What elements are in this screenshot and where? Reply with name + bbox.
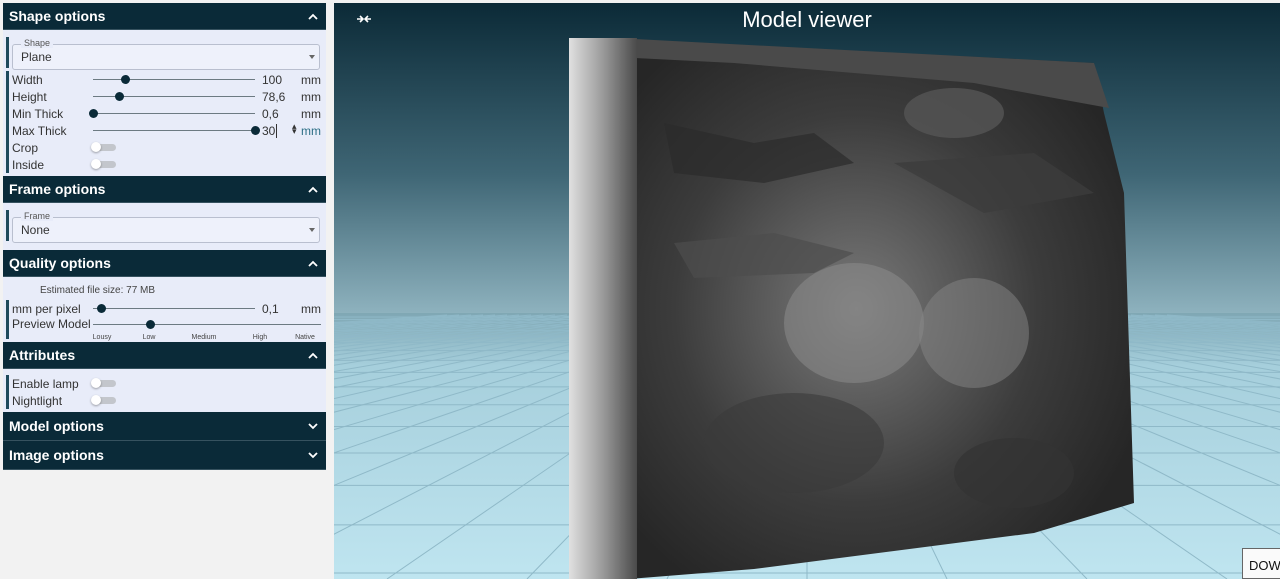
crop-row: Crop <box>6 139 326 156</box>
min-thick-value[interactable]: 0,6 <box>262 107 298 121</box>
min-thick-unit: mm <box>301 106 321 121</box>
mm-per-pixel-label: mm per pixel <box>12 301 81 316</box>
model-mesh <box>629 39 1134 579</box>
quality-options-title: Quality options <box>9 255 111 271</box>
max-thick-value[interactable]: 30 <box>262 123 278 138</box>
shape-options-header[interactable]: Shape options <box>3 3 326 30</box>
height-label: Height <box>12 89 47 104</box>
model-viewer[interactable]: Model viewer DOWNLOAD <box>334 3 1280 579</box>
mm-per-pixel-slider[interactable] <box>93 308 255 309</box>
image-options-title: Image options <box>9 447 104 463</box>
min-thick-slider-thumb[interactable] <box>89 109 98 118</box>
preview-model-row: Preview Model Lousy Low Medium High Nati… <box>6 317 326 341</box>
height-slider-thumb[interactable] <box>114 92 124 101</box>
chevron-up-icon <box>308 11 318 21</box>
height-row: Height 78,6 mm <box>6 88 326 105</box>
shape-options-body: Plane Shape Width 100 mm Height 78,6 mm … <box>3 30 326 176</box>
model-options-header[interactable]: Model options <box>3 412 326 441</box>
width-value[interactable]: 100 <box>262 73 298 87</box>
frame-select-legend: Frame <box>21 211 54 221</box>
quality-options-header[interactable]: Quality options <box>3 250 326 277</box>
tick-label: Lousy <box>92 334 112 341</box>
preview-model-label: Preview Model <box>12 317 91 331</box>
model-options-title: Model options <box>9 418 104 434</box>
dropdown-caret-icon <box>309 228 315 232</box>
max-thick-unit: mm <box>301 123 321 138</box>
max-thick-row: Max Thick 30 ▴ ▾ mm <box>6 122 326 139</box>
chevron-up-icon <box>308 258 318 268</box>
enable-lamp-row: Enable lamp <box>6 375 326 392</box>
height-unit: mm <box>301 89 321 104</box>
collapse-panel-icon[interactable] <box>356 13 372 25</box>
mm-per-pixel-value[interactable]: 0,1 <box>262 302 298 316</box>
preview-model-ticks: Lousy Low Medium High Native <box>92 334 322 344</box>
chevron-up-icon <box>308 184 318 194</box>
nightlight-toggle[interactable] <box>91 395 116 405</box>
min-thick-slider[interactable] <box>93 113 255 114</box>
width-slider[interactable] <box>93 79 255 80</box>
chevron-down-icon <box>308 421 318 431</box>
attributes-header[interactable]: Attributes <box>3 342 326 369</box>
frame-options-header[interactable]: Frame options <box>3 176 326 203</box>
quality-options-body: Estimated file size: 77 MB mm per pixel … <box>3 277 326 342</box>
frame-options-body: None Frame <box>3 203 326 250</box>
inside-label: Inside <box>12 157 45 172</box>
tick-label: Medium <box>191 334 217 341</box>
max-thick-slider-thumb[interactable] <box>251 126 260 135</box>
width-unit: mm <box>301 72 321 87</box>
dropdown-caret-icon <box>309 55 315 59</box>
shape-options-title: Shape options <box>9 8 106 24</box>
chevron-up-icon <box>308 350 318 360</box>
viewer-canvas[interactable] <box>334 3 1280 579</box>
number-stepper-icon[interactable]: ▴ ▾ <box>292 122 297 136</box>
mm-per-pixel-unit: mm <box>301 301 321 316</box>
download-button[interactable]: DOWNLOAD <box>1242 548 1280 579</box>
preview-model-slider[interactable] <box>93 324 321 325</box>
mm-per-pixel-slider-thumb[interactable] <box>97 304 107 313</box>
width-slider-thumb[interactable] <box>121 75 131 84</box>
frame-options-title: Frame options <box>9 181 106 197</box>
enable-lamp-label: Enable lamp <box>12 376 79 391</box>
frame-select-value: None <box>21 223 50 237</box>
nightlight-row: Nightlight <box>6 392 326 409</box>
max-thick-label: Max Thick <box>12 123 67 138</box>
enable-lamp-toggle[interactable] <box>91 378 116 388</box>
shape-select-legend: Shape <box>21 38 54 48</box>
tick-label: Native <box>295 334 315 341</box>
min-thick-label: Min Thick <box>12 106 64 121</box>
mm-per-pixel-row: mm per pixel 0,1 mm <box>6 300 326 317</box>
tick-label: Low <box>142 334 156 341</box>
max-thick-slider[interactable] <box>93 130 255 131</box>
model-edge <box>569 38 637 579</box>
crop-label: Crop <box>12 140 39 155</box>
shape-select-value: Plane <box>21 50 52 64</box>
chevron-down-icon <box>308 450 318 460</box>
width-row: Width 100 mm <box>6 71 326 88</box>
shape-select[interactable]: Plane Shape <box>6 37 320 70</box>
inside-row: Inside <box>6 156 326 173</box>
height-value[interactable]: 78,6 <box>262 90 298 104</box>
shape-select-box[interactable]: Plane <box>12 44 320 70</box>
estimated-file-size: Estimated file size: 77 MB <box>40 285 156 296</box>
crop-toggle[interactable] <box>91 142 116 152</box>
frame-select-box[interactable]: None <box>12 217 320 243</box>
options-panel: Shape options Plane Shape Width 100 mm H… <box>3 3 326 470</box>
attributes-body: Enable lamp Nightlight <box>3 369 326 412</box>
frame-select[interactable]: None Frame <box>6 210 320 243</box>
inside-toggle[interactable] <box>91 159 116 169</box>
width-label: Width <box>12 72 43 87</box>
preview-model-slider-thumb[interactable] <box>146 320 155 329</box>
nightlight-label: Nightlight <box>12 393 63 408</box>
image-options-header[interactable]: Image options <box>3 441 326 470</box>
attributes-title: Attributes <box>9 347 76 363</box>
min-thick-row: Min Thick 0,6 mm <box>6 105 326 122</box>
tick-label: High <box>252 334 268 341</box>
viewer-title: Model viewer <box>742 7 872 32</box>
